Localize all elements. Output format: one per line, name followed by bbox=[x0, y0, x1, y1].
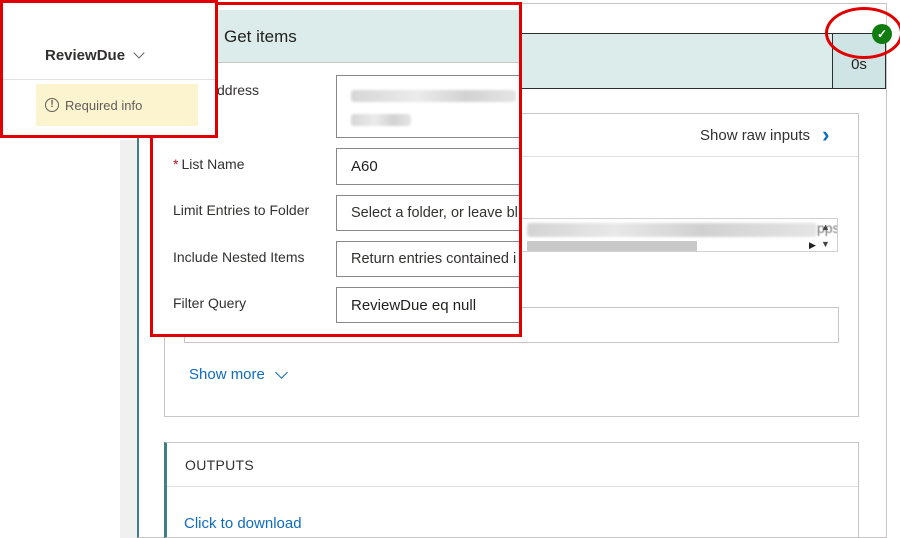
show-more-button[interactable]: Show more bbox=[189, 365, 288, 383]
chevron-down-icon bbox=[275, 365, 288, 379]
horizontal-scrollbar[interactable] bbox=[527, 241, 697, 251]
blurred-url bbox=[527, 223, 817, 237]
download-link[interactable]: Click to download bbox=[184, 515, 302, 532]
divider bbox=[3, 79, 215, 80]
show-raw-inputs-link[interactable]: Show raw inputs › bbox=[700, 122, 830, 147]
scroll-right-icon[interactable]: ▶ bbox=[809, 240, 816, 251]
outputs-heading: OUTPUTS bbox=[185, 457, 254, 473]
show-raw-inputs-label: Show raw inputs bbox=[700, 126, 811, 144]
scroll-up-icon[interactable]: ▲ bbox=[821, 222, 830, 232]
info-icon: ! bbox=[45, 98, 59, 112]
highlight-ellipse bbox=[825, 7, 900, 59]
column-header-reviewdue[interactable]: ReviewDue bbox=[45, 46, 145, 64]
chevron-down-icon bbox=[133, 46, 145, 59]
required-info-cell[interactable]: ! Required info bbox=[36, 84, 198, 126]
required-info-text: Required info bbox=[65, 97, 143, 113]
scroll-down-icon[interactable]: ▼ bbox=[821, 239, 830, 249]
site-address-raw-field[interactable]: pps ▲ ▼ ▶ bbox=[520, 218, 838, 252]
show-more-label: Show more bbox=[189, 366, 265, 383]
divider bbox=[167, 486, 858, 487]
chevron-right-icon: › bbox=[822, 122, 830, 147]
column-name: ReviewDue bbox=[45, 47, 126, 64]
